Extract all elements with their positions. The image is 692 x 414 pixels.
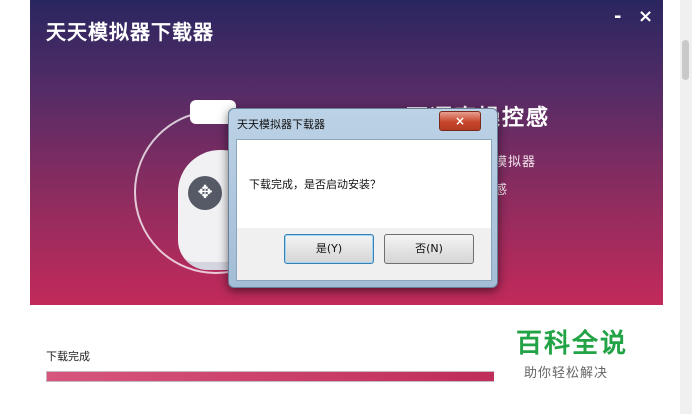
watermark-title: 百科全说 bbox=[516, 329, 629, 359]
watermark-subtitle: 助你轻松解决 bbox=[524, 366, 609, 381]
install-confirm-dialog: 天天模拟器下载器 × 下载完成，是否启动安装？ 是(Y) 否(N) bbox=[228, 108, 498, 288]
scrollbar-thumb[interactable] bbox=[682, 40, 689, 80]
no-button[interactable]: 否(N) bbox=[384, 234, 474, 264]
yes-button[interactable]: 是(Y) bbox=[284, 234, 374, 264]
app-title: 天天模拟器下载器 bbox=[46, 20, 214, 44]
dpad-icon: ✥ bbox=[188, 176, 222, 210]
dialog-close-button[interactable]: × bbox=[439, 111, 481, 131]
dialog-message: 下载完成，是否启动安装？ bbox=[249, 178, 381, 191]
minimize-button[interactable]: - bbox=[614, 6, 621, 27]
download-status-label: 下载完成 bbox=[46, 350, 90, 363]
watermark-logo: 百科全说 助你轻松解决 bbox=[494, 305, 670, 414]
dialog-title: 天天模拟器下载器 bbox=[237, 118, 325, 131]
page-scrollbar[interactable] bbox=[680, 0, 692, 414]
close-button[interactable]: × bbox=[638, 6, 653, 27]
dialog-body: 下载完成，是否启动安装？ bbox=[236, 139, 492, 229]
